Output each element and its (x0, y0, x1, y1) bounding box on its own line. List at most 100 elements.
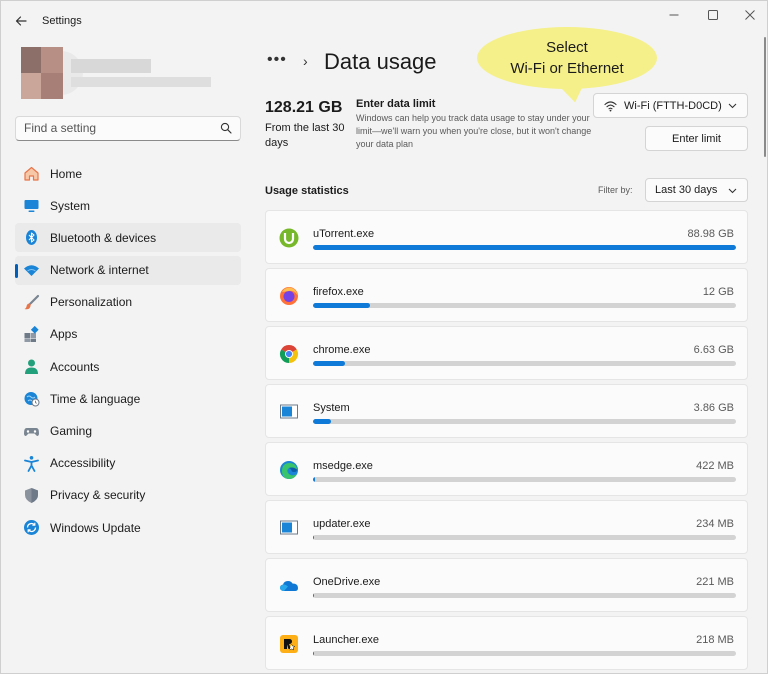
app-name: Launcher.exe (313, 634, 380, 646)
filter-label: Filter by: (598, 185, 633, 195)
sidebar-item-home[interactable]: Home (15, 159, 241, 188)
sidebar-item-label: Home (50, 166, 83, 181)
sidebar-item-bluetooth[interactable]: Bluetooth & devices (15, 223, 241, 253)
edge-icon (279, 460, 299, 480)
sidebar-item-label: Network & internet (50, 263, 149, 278)
sidebar-item-label: Apps (50, 327, 78, 342)
bluetooth-icon (23, 229, 40, 246)
title-bar: Settings (1, 1, 767, 41)
sidebar-item-gaming[interactable]: Gaming (15, 417, 241, 446)
home-icon (23, 165, 40, 182)
network-dropdown-value: Wi-Fi (FTTH-D0CD) (624, 100, 722, 112)
chevron-down-icon (728, 188, 737, 194)
usage-bar (313, 245, 736, 250)
minimize-icon (669, 14, 679, 16)
usage-bar (313, 477, 736, 482)
network-dropdown[interactable]: Wi-Fi (FTTH-D0CD) (593, 93, 748, 118)
sidebar-item-apps[interactable]: Apps (15, 320, 241, 349)
onedrive-icon (279, 576, 299, 596)
scrollbar[interactable] (764, 37, 766, 157)
sidebar-item-system[interactable]: System (15, 191, 241, 220)
filter-dropdown[interactable]: Last 30 days (645, 178, 748, 202)
gaming-icon (23, 423, 40, 440)
avatar (21, 47, 63, 99)
system-icon (23, 197, 40, 214)
usage-bar (313, 361, 736, 366)
system-app-icon (279, 402, 299, 422)
sidebar-item-label: System (50, 198, 91, 213)
sidebar-nav: Home System Bluetooth & devices Network … (15, 159, 241, 545)
usage-bar-fill (313, 477, 316, 482)
user-name-redacted (71, 59, 151, 73)
enter-limit-button[interactable]: Enter limit (645, 126, 748, 151)
app-usage-amount: 6.63 GB (693, 344, 734, 356)
list-item[interactable]: chrome.exe 6.63 GB (265, 326, 748, 380)
sidebar-item-label: Personalization (50, 295, 133, 310)
filter-dropdown-value: Last 30 days (655, 184, 718, 196)
data-limit-title: Enter data limit (356, 98, 436, 110)
minimize-button[interactable] (658, 5, 690, 25)
app-usage-amount: 218 MB (696, 634, 734, 646)
usage-bar (313, 651, 736, 656)
usage-bar-fill (313, 303, 371, 308)
sidebar-item-label: Gaming (50, 424, 93, 438)
list-item[interactable]: uTorrent.exe 88.98 GB (265, 210, 748, 264)
chrome-icon (279, 344, 299, 364)
app-usage-list: uTorrent.exe 88.98 GB firefox.exe 12 GB … (265, 210, 748, 673)
close-icon (745, 10, 755, 20)
app-title: Settings (42, 15, 82, 27)
sidebar-item-accounts[interactable]: Accounts (15, 352, 241, 381)
list-item[interactable]: msedge.exe 422 MB (265, 442, 748, 496)
shield-icon (23, 487, 40, 504)
accounts-icon (23, 358, 40, 375)
firefox-icon (279, 286, 299, 306)
list-item[interactable]: updater.exe 234 MB (265, 500, 748, 554)
sidebar-item-label: Windows Update (50, 520, 141, 535)
back-arrow-icon (15, 16, 27, 26)
breadcrumb-more-button[interactable]: ••• (267, 51, 287, 69)
apps-icon (23, 325, 40, 343)
app-name: firefox.exe (313, 286, 364, 298)
search-box[interactable] (15, 116, 241, 141)
list-item[interactable]: System 3.86 GB (265, 384, 748, 438)
app-usage-amount: 234 MB (696, 518, 734, 530)
sidebar-item-personalization[interactable]: Personalization (15, 288, 241, 317)
app-name: uTorrent.exe (313, 228, 375, 240)
maximize-button[interactable] (697, 5, 729, 25)
chevron-down-icon (728, 103, 737, 109)
usage-bar (313, 535, 736, 540)
maximize-icon (708, 10, 718, 20)
user-profile[interactable] (21, 47, 221, 99)
usage-statistics-title: Usage statistics (265, 185, 349, 197)
total-usage: 128.21 GB (265, 99, 343, 116)
app-usage-amount: 3.86 GB (693, 402, 734, 414)
app-usage-amount: 12 GB (702, 286, 734, 298)
usage-bar-fill (313, 593, 315, 598)
usage-bar (313, 303, 736, 308)
back-button[interactable] (9, 9, 33, 33)
sidebar-item-label: Accounts (50, 359, 100, 374)
list-item[interactable]: firefox.exe 12 GB (265, 268, 748, 322)
usage-bar-fill (313, 419, 332, 424)
sidebar-item-accessibility[interactable]: Accessibility (15, 449, 241, 478)
search-input[interactable] (16, 117, 206, 139)
sidebar-item-windows-update[interactable]: Windows Update (15, 513, 241, 542)
accessibility-icon (23, 455, 40, 472)
list-item[interactable]: Launcher.exe 218 MB (265, 616, 748, 670)
sidebar-item-network[interactable]: Network & internet (15, 255, 241, 285)
sidebar-item-privacy[interactable]: Privacy & security (15, 481, 241, 510)
sidebar-item-time-language[interactable]: Time & language (15, 384, 241, 413)
app-name: chrome.exe (313, 344, 371, 356)
search-icon[interactable] (220, 122, 232, 134)
list-item[interactable]: OneDrive.exe 221 MB (265, 558, 748, 612)
usage-bar (313, 419, 736, 424)
data-limit-description: Windows can help you track data usage to… (356, 113, 592, 149)
usage-bar-fill (313, 361, 345, 366)
updater-icon (279, 518, 299, 538)
close-button[interactable] (734, 5, 766, 25)
utorrent-icon (279, 228, 299, 248)
app-usage-amount: 221 MB (696, 576, 734, 588)
time-language-icon (23, 390, 40, 407)
page-title: Data usage (324, 49, 437, 74)
network-icon (23, 262, 40, 279)
